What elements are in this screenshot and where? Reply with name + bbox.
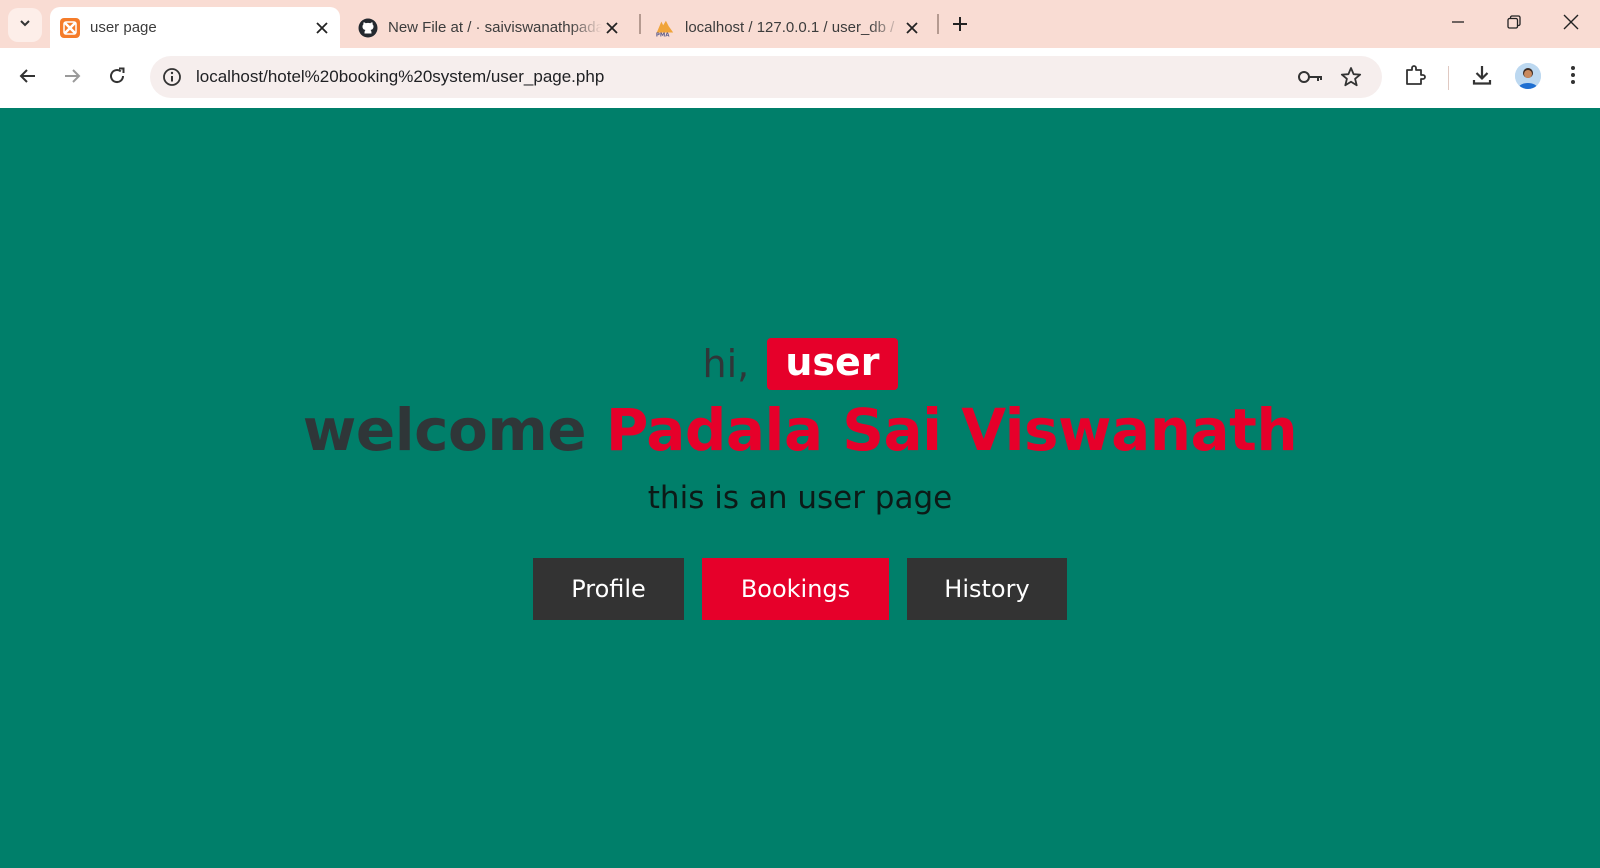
back-button[interactable] bbox=[10, 60, 46, 96]
welcome-heading: welcome Padala Sai Viswanath bbox=[0, 396, 1600, 464]
restore-button[interactable] bbox=[1494, 8, 1534, 40]
tab-title: New File at / · saiviswanathpadala bbox=[388, 19, 602, 36]
address-bar[interactable]: localhost/hotel%20booking%20system/user_… bbox=[150, 56, 1382, 98]
tab-title: user page bbox=[90, 19, 157, 36]
minimize-button[interactable] bbox=[1438, 8, 1478, 40]
extensions-button[interactable] bbox=[1398, 60, 1432, 94]
profile-avatar[interactable] bbox=[1515, 63, 1541, 89]
tab-separator bbox=[937, 14, 939, 34]
reload-icon bbox=[108, 67, 126, 90]
tab-title: localhost / 127.0.0.1 / user_db / bbox=[685, 19, 895, 36]
close-icon bbox=[1563, 14, 1579, 35]
greeting: hi, user bbox=[0, 338, 1600, 390]
bookmark-star-icon[interactable] bbox=[1338, 65, 1364, 89]
page-subtitle: this is an user page bbox=[647, 480, 953, 516]
minimize-icon bbox=[1451, 15, 1465, 34]
welcome-prefix: welcome bbox=[302, 396, 587, 464]
xampp-icon bbox=[60, 17, 80, 38]
download-icon bbox=[1471, 64, 1493, 91]
browser-menu-button[interactable] bbox=[1556, 60, 1590, 94]
close-icon[interactable] bbox=[312, 18, 332, 38]
downloads-button[interactable] bbox=[1465, 60, 1499, 94]
restore-icon bbox=[1507, 14, 1521, 34]
new-tab-button[interactable] bbox=[946, 12, 974, 40]
browser-toolbar: localhost/hotel%20booking%20system/user_… bbox=[0, 48, 1600, 108]
more-vertical-icon bbox=[1570, 65, 1576, 90]
reload-button[interactable] bbox=[99, 60, 135, 96]
arrow-left-icon bbox=[19, 67, 37, 90]
history-button[interactable]: History bbox=[907, 558, 1067, 620]
info-icon[interactable] bbox=[160, 65, 184, 89]
window-close-button[interactable] bbox=[1551, 8, 1591, 40]
bookings-button[interactable]: Bookings bbox=[702, 558, 889, 620]
arrow-right-icon bbox=[63, 67, 81, 90]
close-icon[interactable] bbox=[902, 18, 922, 38]
tab-phpmyadmin[interactable]: PMA localhost / 127.0.0.1 / user_db / bbox=[645, 7, 930, 48]
profile-button[interactable]: Profile bbox=[533, 558, 684, 620]
greeting-prefix: hi, bbox=[702, 342, 750, 386]
tab-github-new-file[interactable]: New File at / · saiviswanathpadala bbox=[348, 7, 630, 48]
user-name: Padala Sai Viswanath bbox=[605, 396, 1298, 464]
svg-text:PMA: PMA bbox=[656, 32, 670, 37]
toolbar-divider bbox=[1448, 66, 1449, 90]
puzzle-icon bbox=[1404, 64, 1426, 91]
plus-icon bbox=[952, 16, 968, 37]
tab-user-page[interactable]: user page bbox=[50, 7, 340, 48]
tab-search-button[interactable] bbox=[8, 8, 42, 42]
close-icon[interactable] bbox=[602, 18, 622, 38]
phpmyadmin-icon: PMA bbox=[655, 18, 675, 38]
chevron-down-icon bbox=[18, 16, 32, 35]
url-text[interactable]: localhost/hotel%20booking%20system/user_… bbox=[196, 67, 604, 87]
password-key-icon[interactable] bbox=[1298, 65, 1324, 89]
forward-button[interactable] bbox=[54, 60, 90, 96]
tab-strip: user page New File at / · saiviswanathpa… bbox=[0, 0, 1600, 48]
page-content: hi, user welcome Padala Sai Viswanath th… bbox=[0, 108, 1600, 868]
tab-separator bbox=[639, 14, 641, 34]
github-icon bbox=[358, 18, 378, 38]
user-role-badge: user bbox=[767, 338, 898, 390]
